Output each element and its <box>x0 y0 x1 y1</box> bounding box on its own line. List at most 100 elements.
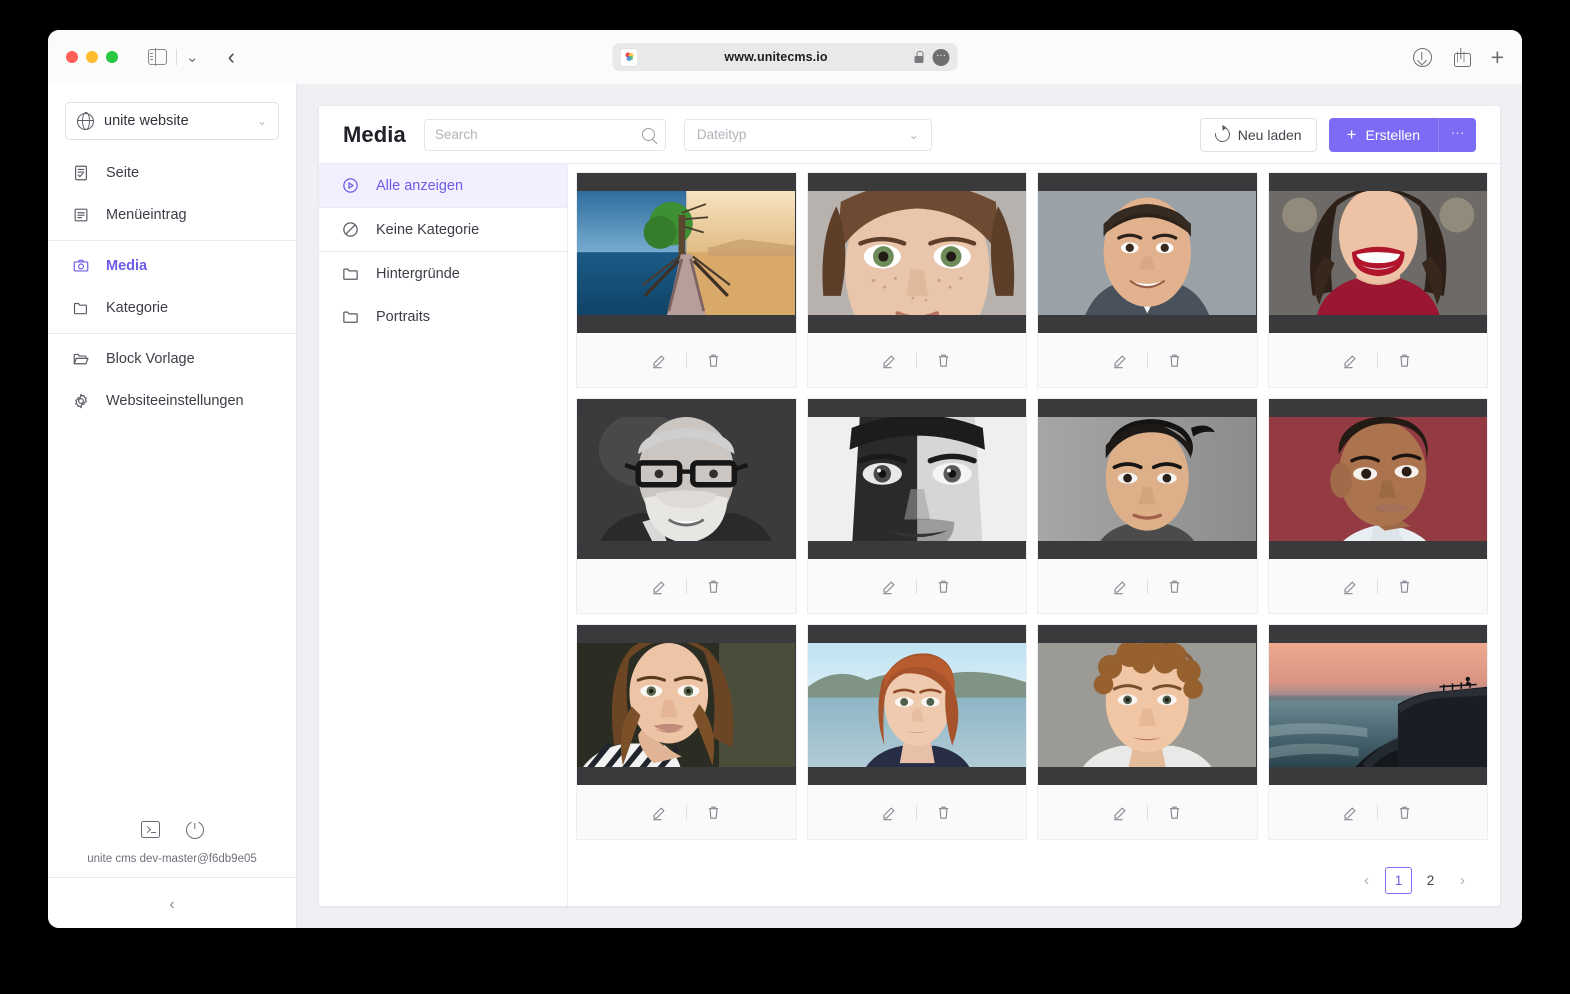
media-grid <box>568 164 1500 854</box>
media-card-actions <box>1038 785 1257 839</box>
category-item-hintergruende[interactable]: Hintergründe <box>319 252 567 295</box>
pencil-icon[interactable] <box>881 804 898 821</box>
trash-icon[interactable] <box>935 578 952 595</box>
address-bar[interactable]: www.unitecms.io ··· <box>612 43 958 71</box>
sidebar-item-label: Websiteeinstellungen <box>106 393 244 409</box>
chevron-left-icon: ‹ <box>169 896 175 913</box>
gear-icon <box>72 392 90 410</box>
pencil-icon[interactable] <box>1112 804 1129 821</box>
media-thumbnail <box>1268 625 1487 785</box>
media-card[interactable] <box>806 398 1027 614</box>
sidebar-item-websiteeinstellungen[interactable]: Websiteeinstellungen <box>48 380 296 422</box>
create-button-label: Erstellen <box>1365 126 1420 143</box>
pagination-page-1[interactable]: 1 <box>1385 866 1412 894</box>
trash-icon[interactable] <box>705 352 722 369</box>
media-card[interactable] <box>806 624 1027 840</box>
media-thumbnail <box>577 173 796 333</box>
sidebar-item-menueintrag[interactable]: Menüeintrag <box>48 194 296 236</box>
pencil-icon[interactable] <box>651 578 668 595</box>
main-content: Media Dateityp ⌄ Neu laden <box>297 84 1522 928</box>
close-window-button[interactable] <box>66 51 78 63</box>
category-item-label: Alle anzeigen <box>376 177 464 194</box>
media-card[interactable] <box>1037 398 1258 614</box>
create-button[interactable]: + Erstellen <box>1328 117 1438 152</box>
media-thumbnail <box>807 173 1026 333</box>
media-card[interactable] <box>1267 172 1488 388</box>
media-thumbnail <box>807 625 1026 785</box>
minimize-window-button[interactable] <box>86 51 98 63</box>
sidebar-item-block-vorlage[interactable]: Block Vorlage <box>48 338 296 380</box>
media-card[interactable] <box>576 172 797 388</box>
trash-icon[interactable] <box>1396 352 1413 369</box>
app-sidebar: unite website ⌄ Seite Menüeintrag Media … <box>48 84 297 928</box>
pencil-icon[interactable] <box>1112 352 1129 369</box>
search-icon <box>641 128 655 141</box>
reload-button[interactable]: Neu laden <box>1199 117 1317 152</box>
chevron-down-icon[interactable]: ⌄ <box>186 50 199 65</box>
menu-entry-icon <box>72 206 90 224</box>
action-divider <box>1377 804 1379 820</box>
terminal-icon[interactable] <box>140 821 160 838</box>
trash-icon[interactable] <box>935 352 952 369</box>
media-card[interactable] <box>806 172 1027 388</box>
trash-icon[interactable] <box>935 804 952 821</box>
pencil-icon[interactable] <box>651 804 668 821</box>
trash-icon[interactable] <box>1396 578 1413 595</box>
trash-icon[interactable] <box>705 578 722 595</box>
category-item-portraits[interactable]: Portraits <box>319 295 567 338</box>
power-icon[interactable] <box>185 819 204 839</box>
media-card[interactable] <box>1037 172 1258 388</box>
action-divider <box>916 578 918 594</box>
pagination-next[interactable]: › <box>1449 867 1476 894</box>
sidebar-item-seite[interactable]: Seite <box>48 152 296 194</box>
sidebar-item-media[interactable]: Media <box>48 245 296 287</box>
sidebar-toggle-icon[interactable] <box>148 48 167 66</box>
chevron-down-icon: ⌄ <box>908 127 919 142</box>
pencil-icon[interactable] <box>1342 578 1359 595</box>
pencil-icon[interactable] <box>881 352 898 369</box>
sidebar-item-kategorie[interactable]: Kategorie <box>48 287 296 329</box>
site-selector[interactable]: unite website ⌄ <box>65 102 279 140</box>
download-icon[interactable] <box>1412 47 1432 67</box>
globe-icon <box>76 112 95 130</box>
search-box[interactable] <box>423 118 666 151</box>
trash-icon[interactable] <box>1166 578 1183 595</box>
sidebar-divider <box>48 333 296 334</box>
app-container: unite website ⌄ Seite Menüeintrag Media … <box>48 84 1522 928</box>
trash-icon[interactable] <box>705 804 722 821</box>
pagination-prev[interactable]: ‹ <box>1353 867 1380 894</box>
pagination: ‹ 1 2 › <box>568 854 1500 906</box>
pencil-icon[interactable] <box>1342 352 1359 369</box>
media-card[interactable] <box>1267 624 1488 840</box>
filetype-select[interactable]: Dateityp ⌄ <box>683 118 932 151</box>
sidebar-collapse-button[interactable]: ‹ <box>48 878 296 914</box>
media-card[interactable] <box>576 398 797 614</box>
folder-icon <box>341 307 360 326</box>
action-divider <box>685 804 687 820</box>
media-thumbnail <box>577 399 796 559</box>
media-card[interactable] <box>576 624 797 840</box>
version-label: unite cms dev-master@f6db9e05 <box>87 853 257 865</box>
maximize-window-button[interactable] <box>106 51 118 63</box>
create-more-button[interactable]: ··· <box>1438 117 1476 152</box>
search-input[interactable] <box>434 127 636 142</box>
new-tab-icon[interactable]: + <box>1491 45 1504 69</box>
trash-icon[interactable] <box>1166 352 1183 369</box>
trash-icon[interactable] <box>1396 804 1413 821</box>
media-card-actions <box>1268 333 1487 387</box>
pencil-icon[interactable] <box>881 578 898 595</box>
pagination-page-2[interactable]: 2 <box>1417 867 1444 894</box>
media-card[interactable] <box>1037 624 1258 840</box>
pencil-icon[interactable] <box>1112 578 1129 595</box>
back-icon[interactable]: ‹ <box>228 46 235 68</box>
category-item-keine-kategorie[interactable]: Keine Kategorie <box>319 208 567 251</box>
media-card[interactable] <box>1267 398 1488 614</box>
share-icon[interactable] <box>1453 48 1471 67</box>
page-settings-icon[interactable]: ··· <box>932 48 950 66</box>
pencil-icon[interactable] <box>1342 804 1359 821</box>
category-item-alle-anzeigen[interactable]: Alle anzeigen <box>319 164 567 207</box>
browser-toolbar: ⌄ ‹ www.unitecms.io ··· + <box>48 30 1522 84</box>
trash-icon[interactable] <box>1166 804 1183 821</box>
media-thumbnail <box>1038 625 1257 785</box>
pencil-icon[interactable] <box>651 352 668 369</box>
